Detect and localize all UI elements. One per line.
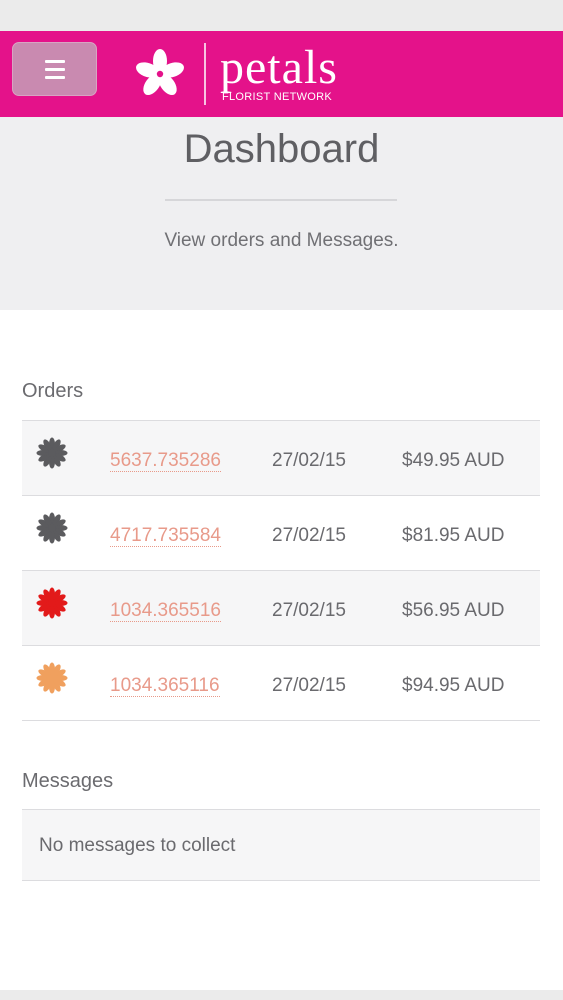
order-amount: $94.95 AUD <box>402 675 505 696</box>
order-number-link[interactable]: 5637.735286 <box>110 451 221 472</box>
brand-tagline: FLORIST NETWORK <box>222 90 333 103</box>
order-amount: $49.95 AUD <box>402 450 505 471</box>
order-status-flower-icon <box>36 587 68 619</box>
brand-logo[interactable]: petals FLORIST NETWORK <box>132 41 338 107</box>
hero-divider <box>165 199 397 201</box>
petals-flower-icon <box>136 49 184 96</box>
orders-table: 5637.735286 27/02/15 $49.95 AUD 4717.735584… <box>22 420 540 721</box>
dashboard-hero: Dashboard View orders and Messages. <box>0 117 563 310</box>
order-row[interactable]: 1034.365116 27/02/15 $94.95 AUD <box>22 646 540 721</box>
order-status-flower-icon <box>36 662 68 694</box>
order-date: 27/02/15 <box>272 450 346 471</box>
logo-text: petals FLORIST NETWORK <box>220 40 338 103</box>
page-subtitle: View orders and Messages. <box>164 230 399 251</box>
messages-empty-text: No messages to collect <box>39 835 236 856</box>
order-number-link[interactable]: 4717.735584 <box>110 526 221 547</box>
order-number-link[interactable]: 1034.365516 <box>110 601 221 622</box>
order-date: 27/02/15 <box>272 675 346 696</box>
logo-divider <box>204 43 206 105</box>
order-status-flower-icon <box>36 512 68 544</box>
menu-button[interactable] <box>12 42 97 96</box>
messages-panel: No messages to collect <box>22 809 540 881</box>
order-date: 27/02/15 <box>272 600 346 621</box>
messages-heading: Messages <box>22 770 114 792</box>
order-amount: $81.95 AUD <box>402 525 505 546</box>
brand-name: petals <box>220 40 338 94</box>
orders-heading: Orders <box>22 380 84 402</box>
order-row[interactable]: 4717.735584 27/02/15 $81.95 AUD <box>22 496 540 571</box>
order-row[interactable]: 5637.735286 27/02/15 $49.95 AUD <box>22 421 540 496</box>
order-row[interactable]: 1034.365516 27/02/15 $56.95 AUD <box>22 571 540 646</box>
status-bar <box>0 0 563 31</box>
order-number-link[interactable]: 1034.365116 <box>110 676 220 697</box>
order-date: 27/02/15 <box>272 525 346 546</box>
bottom-bar <box>0 990 563 1000</box>
top-navbar: petals FLORIST NETWORK <box>0 31 563 117</box>
page-title: Dashboard <box>183 127 380 171</box>
hamburger-menu-icon <box>44 59 65 79</box>
order-status-flower-icon <box>36 437 68 469</box>
order-amount: $56.95 AUD <box>402 600 505 621</box>
